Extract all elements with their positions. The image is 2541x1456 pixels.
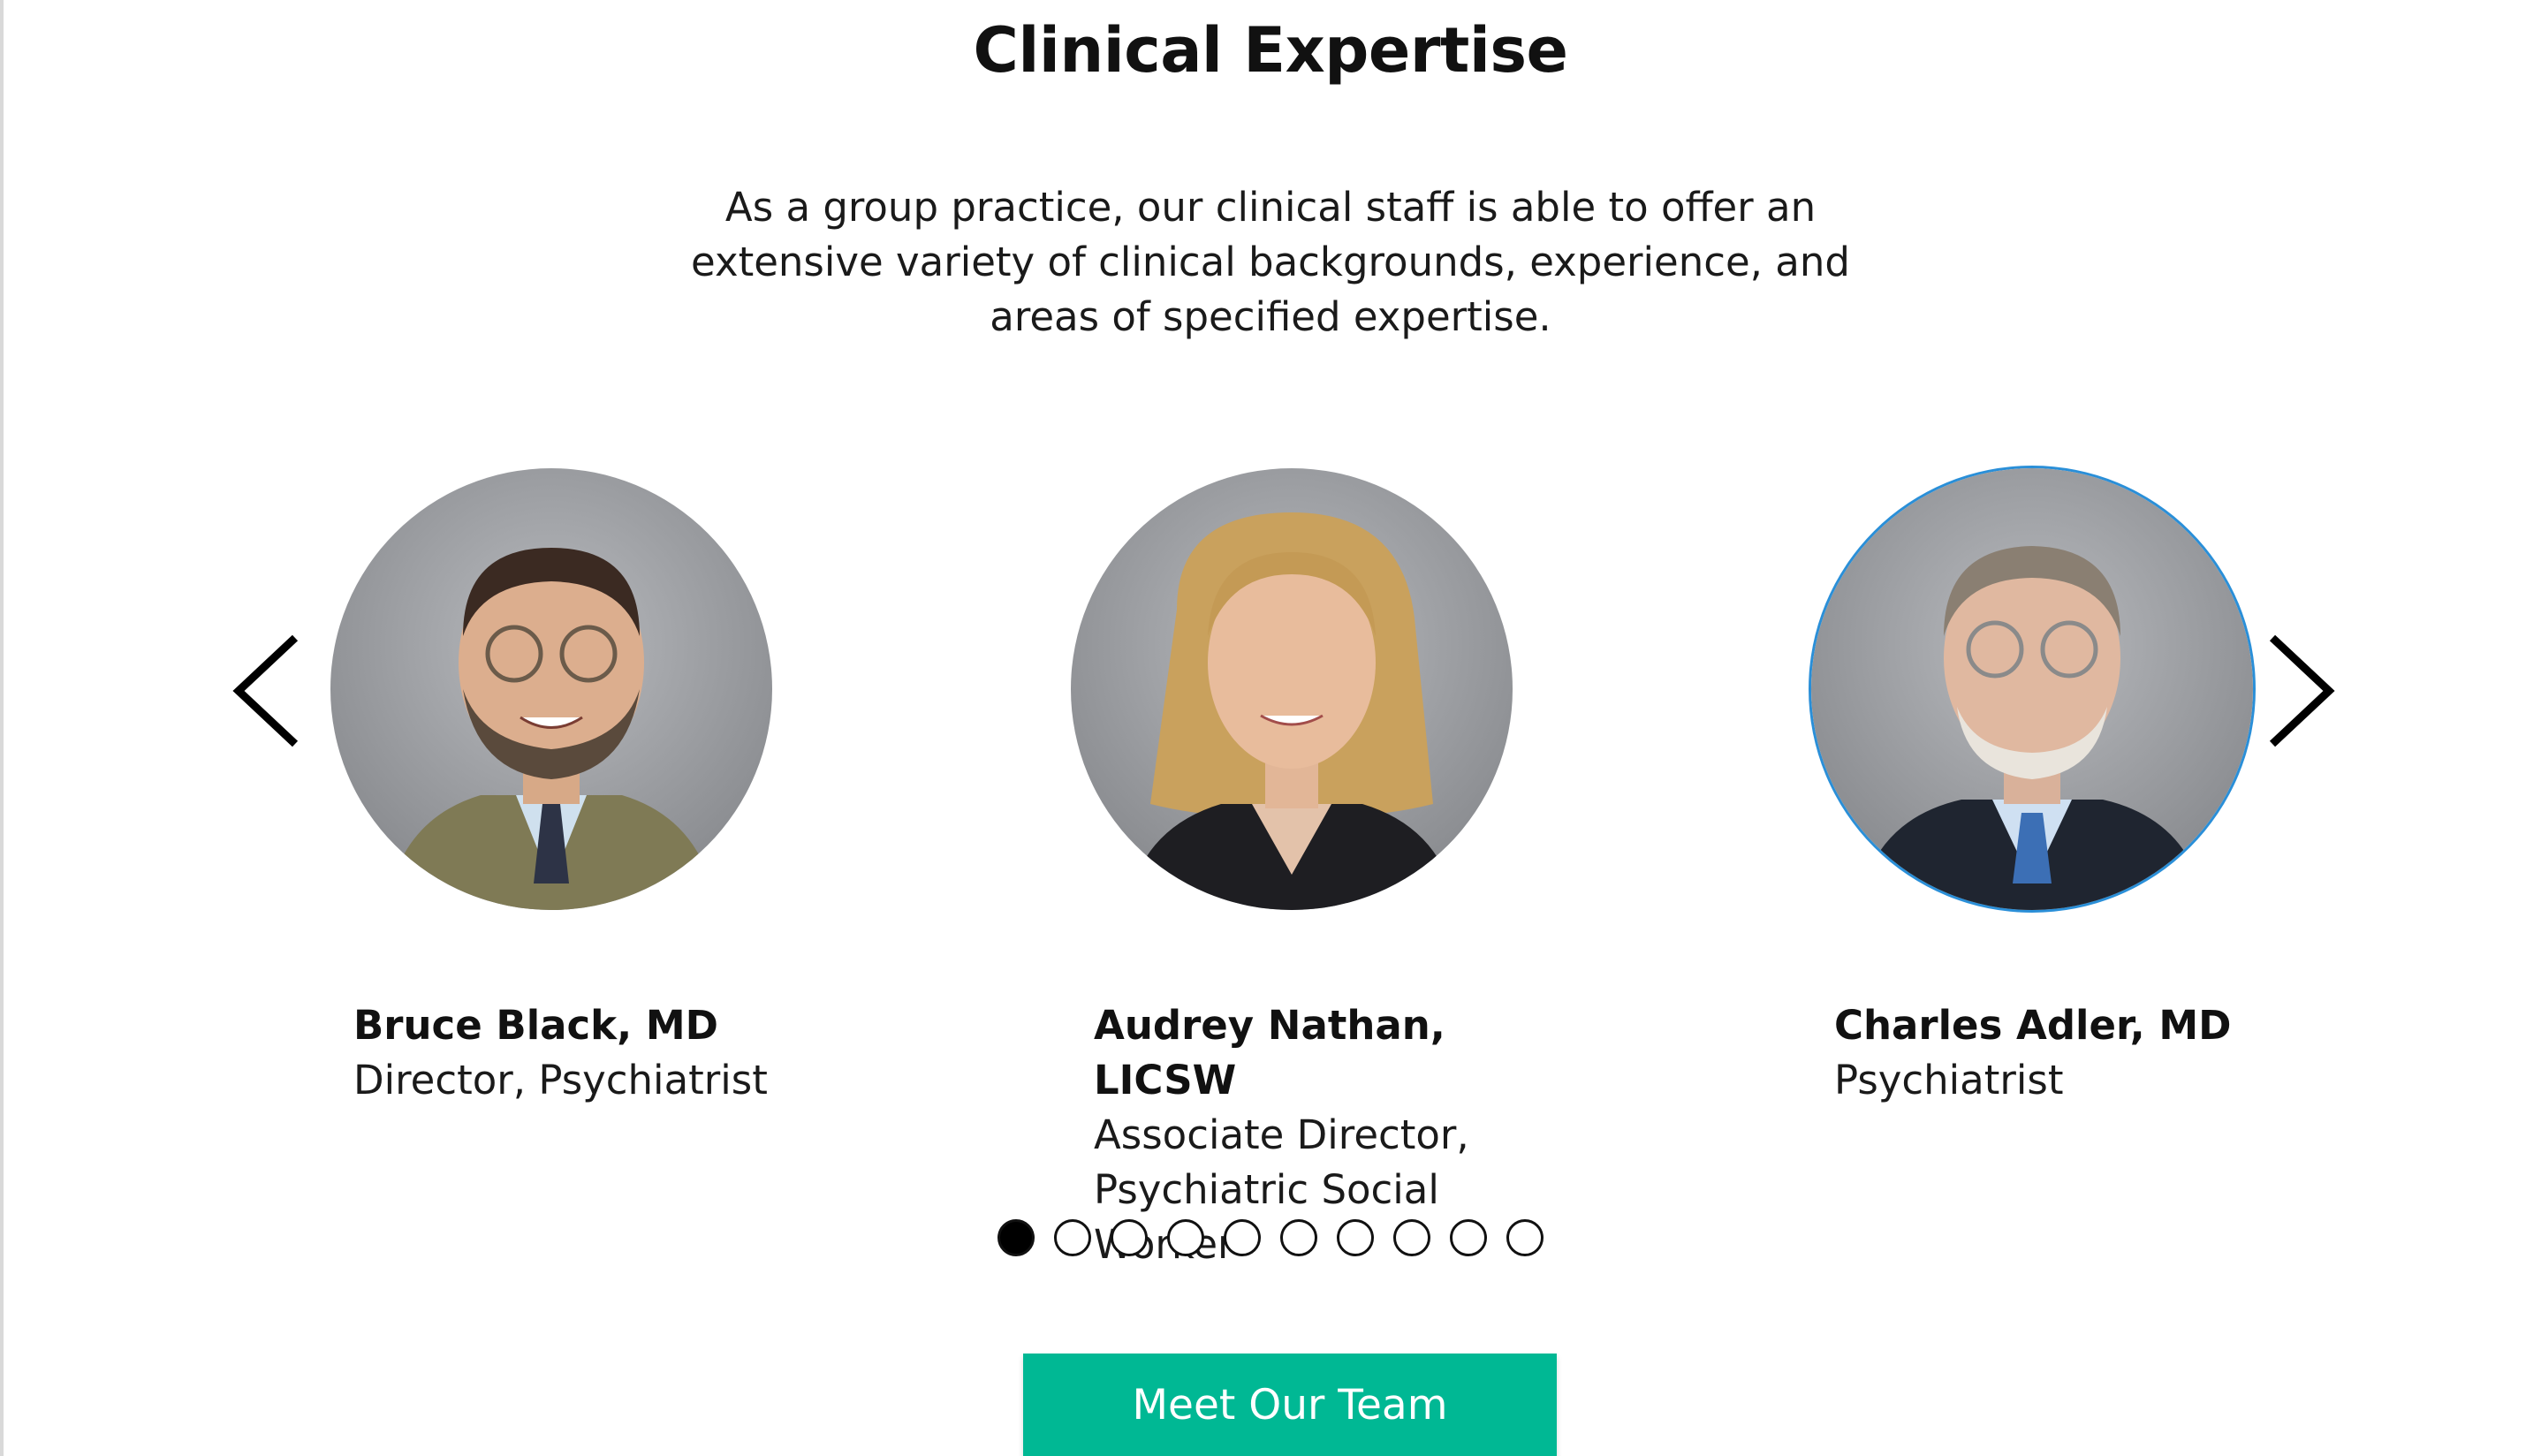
section-intro: As a group practice, our clinical staff … — [691, 184, 1850, 340]
carousel-dot-8[interactable] — [1393, 1219, 1430, 1256]
carousel-dot-7[interactable] — [1337, 1219, 1374, 1256]
carousel-dot-1[interactable] — [997, 1219, 1035, 1256]
team-member-photo[interactable] — [1071, 468, 1513, 910]
carousel-dot-6[interactable] — [1280, 1219, 1317, 1256]
chevron-left-icon — [232, 634, 299, 747]
team-member-role: Associate Director, — [1094, 1111, 1469, 1158]
team-member-photo[interactable] — [1811, 468, 2253, 910]
carousel-prev-button[interactable] — [226, 629, 306, 753]
carousel-dot-5[interactable] — [1224, 1219, 1261, 1256]
carousel-dot-4[interactable] — [1167, 1219, 1204, 1256]
team-member-card[interactable]: Audrey Nathan, LICSW Associate Director,… — [1071, 468, 1566, 1272]
section-title: Clinical Expertise — [973, 14, 1568, 87]
team-member-photo[interactable] — [330, 468, 772, 910]
carousel-pagination — [0, 1219, 2541, 1256]
team-member-card[interactable]: Bruce Black, MD Director, Psychiatrist — [330, 468, 825, 1108]
carousel-dot-2[interactable] — [1054, 1219, 1091, 1256]
carousel-dot-3[interactable] — [1111, 1219, 1148, 1256]
carousel-dot-9[interactable] — [1450, 1219, 1487, 1256]
carousel-next-button[interactable] — [2262, 629, 2341, 753]
team-member-role: Director, Psychiatrist — [353, 1057, 768, 1103]
team-carousel: Bruce Black, MD Director, Psychiatrist A… — [0, 442, 2541, 1268]
team-member-name: Audrey Nathan, LICSW — [1094, 1002, 1445, 1103]
team-member-role: Psychiatrist — [1834, 1057, 2064, 1103]
chevron-right-icon — [2269, 634, 2335, 747]
team-member-name: Bruce Black, MD — [353, 1002, 718, 1049]
carousel-dot-10[interactable] — [1506, 1219, 1544, 1256]
meet-our-team-button[interactable]: Meet Our Team — [1023, 1354, 1557, 1456]
team-member-card[interactable]: Charles Adler, MD Psychiatrist — [1811, 468, 2306, 1108]
team-member-name: Charles Adler, MD — [1834, 1002, 2232, 1049]
